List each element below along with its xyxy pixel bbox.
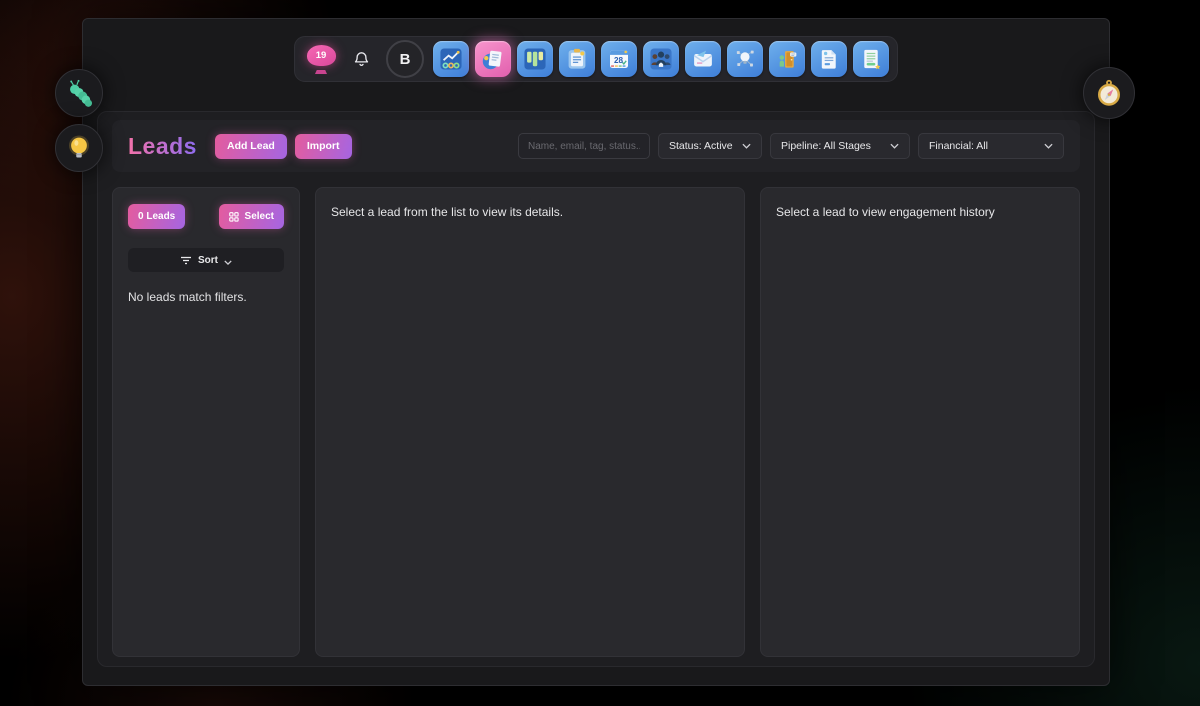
status-filter-value: Status: Active xyxy=(669,140,733,152)
compass-icon xyxy=(1092,76,1126,110)
engagement-history-panel: Select a lead to view engagement history xyxy=(760,187,1080,657)
import-button[interactable]: Import xyxy=(295,134,352,159)
app-icon-kanban[interactable] xyxy=(517,41,553,77)
compass-button[interactable] xyxy=(1083,67,1135,119)
lightbulb-icon xyxy=(64,133,94,163)
app-icon-calendar[interactable]: 28 xyxy=(601,41,637,77)
calendar-day: 28 xyxy=(614,56,624,65)
sort-label: Sort xyxy=(198,255,218,266)
search-input[interactable] xyxy=(518,133,650,159)
top-toolbar: 19 B xyxy=(294,36,898,82)
app-icon-documents[interactable] xyxy=(811,41,847,77)
badge-stand xyxy=(315,70,327,74)
lead-details-panel: Select a lead from the list to view its … xyxy=(315,187,745,657)
select-button-label: Select xyxy=(245,211,274,222)
select-mode-button[interactable]: Select xyxy=(219,204,284,229)
app-icon-analytics[interactable] xyxy=(433,41,469,77)
chevron-down-icon xyxy=(1044,143,1053,149)
app-icon-mail[interactable] xyxy=(685,41,721,77)
add-lead-button[interactable]: Add Lead xyxy=(215,134,287,159)
pipeline-filter-dropdown[interactable]: Pipeline: All Stages xyxy=(770,133,910,159)
panels-row: 0 Leads Select xyxy=(112,187,1080,657)
page-header: Leads Add Lead Import Status: Active Pip… xyxy=(112,120,1080,172)
app-icon-contacts[interactable] xyxy=(643,41,679,77)
financial-filter-value: Financial: All xyxy=(929,140,988,152)
details-placeholder-text: Select a lead from the list to view its … xyxy=(331,205,729,219)
app-icon-tasks[interactable] xyxy=(559,41,595,77)
financial-filter-dropdown[interactable]: Financial: All xyxy=(918,133,1064,159)
sort-dropdown[interactable]: Sort xyxy=(128,248,284,272)
engagement-placeholder-text: Select a lead to view engagement history xyxy=(776,205,1064,219)
sort-lines-icon xyxy=(180,256,192,265)
app-icon-ideas[interactable] xyxy=(727,41,763,77)
avatar-letter: B xyxy=(400,51,411,68)
bell-icon[interactable] xyxy=(345,41,377,77)
leads-empty-message: No leads match filters. xyxy=(128,290,284,304)
chevron-down-icon xyxy=(742,143,751,149)
pipeline-filter-value: Pipeline: All Stages xyxy=(781,140,871,152)
leads-list-panel: 0 Leads Select xyxy=(112,187,300,657)
page-title: Leads xyxy=(128,133,197,160)
app-window: 19 B xyxy=(82,18,1110,686)
content-container: Leads Add Lead Import Status: Active Pip… xyxy=(97,111,1095,667)
avatar[interactable]: B xyxy=(386,40,424,78)
app-icon-door[interactable] xyxy=(769,41,805,77)
lightbulb-button[interactable] xyxy=(55,124,103,172)
lead-count-button[interactable]: 0 Leads xyxy=(128,204,185,229)
notification-badge[interactable]: 19 xyxy=(303,40,339,78)
notification-count: 19 xyxy=(307,45,336,66)
status-filter-dropdown[interactable]: Status: Active xyxy=(658,133,762,159)
caterpillar-button[interactable] xyxy=(55,69,103,117)
app-icon-receipt[interactable] xyxy=(853,41,889,77)
app-icon-leads-active[interactable] xyxy=(475,41,511,77)
select-grid-icon xyxy=(229,212,239,222)
chevron-down-icon xyxy=(890,143,899,149)
caterpillar-icon xyxy=(63,77,95,109)
chevron-down-icon xyxy=(224,260,232,265)
